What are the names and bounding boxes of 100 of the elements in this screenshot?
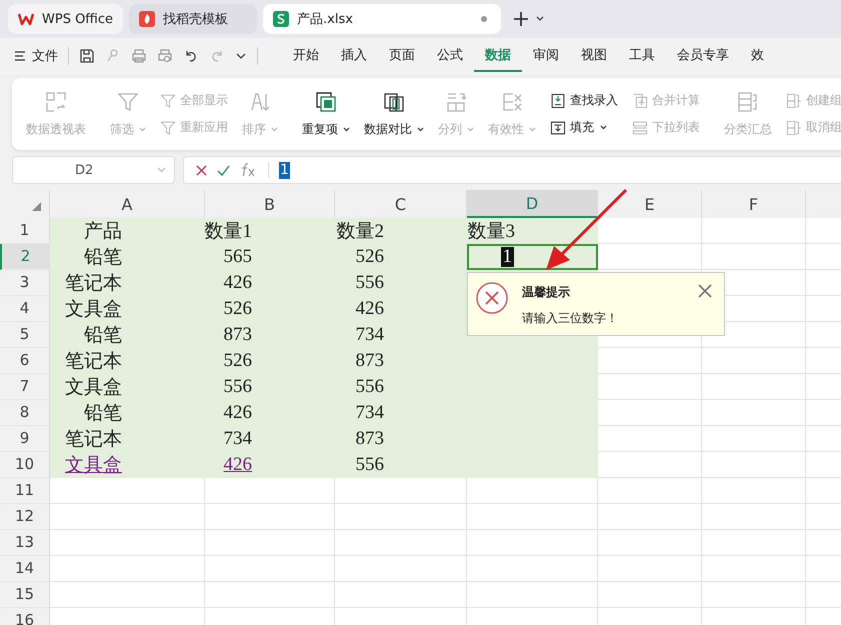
row-header[interactable]: 8 bbox=[0, 400, 50, 426]
select-all-icon[interactable] bbox=[32, 202, 41, 211]
ribbon-button[interactable]: 数据对比 bbox=[360, 86, 428, 142]
ribbon-tab[interactable]: 数据 bbox=[474, 40, 522, 72]
close-icon[interactable] bbox=[196, 164, 207, 176]
active-cell[interactable]: 1 bbox=[467, 244, 598, 270]
file-menu[interactable]: 文件 bbox=[14, 47, 58, 65]
table-cell: 565 bbox=[205, 244, 335, 270]
table-cell: 556 bbox=[205, 374, 335, 400]
table-cell: 426 bbox=[205, 452, 335, 478]
table-cell: 556 bbox=[335, 452, 467, 478]
caret-icon bbox=[529, 126, 536, 132]
sort-icon bbox=[249, 90, 271, 112]
row-header[interactable]: 13 bbox=[0, 530, 50, 556]
spreadsheet-icon bbox=[273, 11, 290, 27]
table-cell: 873 bbox=[205, 322, 335, 348]
ribbon-tab[interactable]: 会员专享 bbox=[666, 40, 740, 72]
row-header[interactable]: 11 bbox=[0, 478, 50, 504]
ribbon-button[interactable]: 查找录入 bbox=[550, 92, 618, 109]
alert-message: 请输入三位数字！ bbox=[522, 310, 618, 327]
row-header[interactable]: 10 bbox=[0, 452, 50, 478]
check-icon[interactable] bbox=[217, 164, 230, 176]
caret-icon[interactable] bbox=[235, 51, 247, 61]
caret-icon bbox=[271, 126, 278, 132]
tab-label: 找稻壳模板 bbox=[163, 11, 228, 28]
caret-icon bbox=[139, 126, 146, 132]
table-cell: 数量3 bbox=[467, 218, 598, 244]
print-icon[interactable] bbox=[131, 48, 147, 64]
funnel-icon bbox=[160, 120, 176, 136]
row-header[interactable]: 16 bbox=[0, 608, 50, 625]
close-icon[interactable] bbox=[698, 284, 712, 298]
ribbon-tab[interactable]: 审阅 bbox=[522, 40, 570, 72]
tab-label: WPS Office bbox=[42, 12, 114, 26]
row-header[interactable]: 14 bbox=[0, 556, 50, 582]
ribbon-button[interactable]: 填充 bbox=[550, 119, 618, 136]
add-tab-icon[interactable] bbox=[513, 11, 530, 27]
ribbon-tab[interactable]: 效 bbox=[740, 40, 775, 72]
formula-input[interactable]: 1 bbox=[279, 162, 290, 178]
ribbon-tab[interactable]: 工具 bbox=[618, 40, 666, 72]
columns-icon bbox=[445, 90, 467, 112]
menu-icon bbox=[14, 50, 26, 62]
cell-input[interactable]: 1 bbox=[500, 247, 514, 267]
table-cell: 556 bbox=[335, 270, 467, 296]
row-header[interactable]: 2 bbox=[0, 244, 50, 270]
table-cell: 526 bbox=[205, 348, 335, 374]
caret-icon bbox=[343, 126, 350, 132]
flame-icon bbox=[139, 11, 156, 27]
name-box[interactable]: D2 bbox=[12, 156, 175, 184]
ribbon-tab[interactable]: 插入 bbox=[330, 40, 378, 72]
table-cell: 556 bbox=[335, 374, 467, 400]
table-cell: 笔记本 bbox=[50, 426, 205, 452]
table-cell: 文具盒 bbox=[50, 374, 205, 400]
alert-title: 温馨提示 bbox=[522, 284, 571, 301]
table-cell: 铅笔 bbox=[50, 322, 205, 348]
row-header[interactable]: 4 bbox=[0, 296, 50, 322]
row-header[interactable]: 12 bbox=[0, 504, 50, 530]
download-icon bbox=[550, 92, 566, 108]
table-cell: 734 bbox=[335, 400, 467, 426]
table-cell: 426 bbox=[205, 400, 335, 426]
caret-icon bbox=[600, 125, 607, 130]
columns-icon bbox=[383, 90, 405, 112]
save-icon[interactable] bbox=[79, 48, 95, 64]
document-tab[interactable]: 找稻壳模板 bbox=[129, 4, 258, 34]
ribbon-button[interactable]: 重复项 bbox=[298, 86, 354, 142]
ribbon-tab[interactable]: 页面 bbox=[378, 40, 426, 72]
table-cell: 526 bbox=[205, 296, 335, 322]
ribbon-tab[interactable]: 公式 bbox=[426, 40, 474, 72]
row-header[interactable]: 7 bbox=[0, 374, 50, 400]
table-cell: 526 bbox=[335, 244, 467, 270]
table-cell: 铅笔 bbox=[50, 400, 205, 426]
row-header[interactable]: 5 bbox=[0, 322, 50, 348]
table-cell: 734 bbox=[205, 426, 335, 452]
funnel-icon bbox=[117, 90, 139, 112]
row-header[interactable]: 9 bbox=[0, 426, 50, 452]
table-cell: 笔记本 bbox=[50, 270, 205, 296]
caret-icon bbox=[417, 126, 424, 132]
logo-icon bbox=[18, 12, 34, 26]
ribbon-tab[interactable]: 视图 bbox=[570, 40, 618, 72]
document-tab[interactable]: WPS Office bbox=[8, 4, 124, 34]
table-icon bbox=[45, 90, 67, 112]
row-header[interactable]: 1 bbox=[0, 218, 50, 244]
ribbon-tab[interactable]: 开始 bbox=[282, 40, 330, 72]
document-tab[interactable]: 产品.xlsx bbox=[263, 4, 502, 34]
table-cell: 数量2 bbox=[335, 218, 467, 244]
row-header[interactable]: 15 bbox=[0, 582, 50, 608]
table-cell: 426 bbox=[335, 296, 467, 322]
bracket-icon bbox=[786, 120, 802, 136]
table-cell: 铅笔 bbox=[50, 244, 205, 270]
caret-icon bbox=[157, 167, 166, 173]
row-header[interactable]: 3 bbox=[0, 270, 50, 296]
caret-icon[interactable] bbox=[535, 15, 546, 23]
table-cell: 数量1 bbox=[205, 218, 335, 244]
bracket-icon bbox=[786, 92, 802, 108]
tab-label: 产品.xlsx bbox=[297, 11, 353, 28]
print-preview-icon[interactable] bbox=[157, 48, 173, 64]
table-cell: 文具盒 bbox=[50, 452, 205, 478]
table-cell: 笔记本 bbox=[50, 348, 205, 374]
download-icon bbox=[550, 120, 566, 136]
row-header[interactable]: 6 bbox=[0, 348, 50, 374]
list-icon bbox=[501, 90, 523, 112]
